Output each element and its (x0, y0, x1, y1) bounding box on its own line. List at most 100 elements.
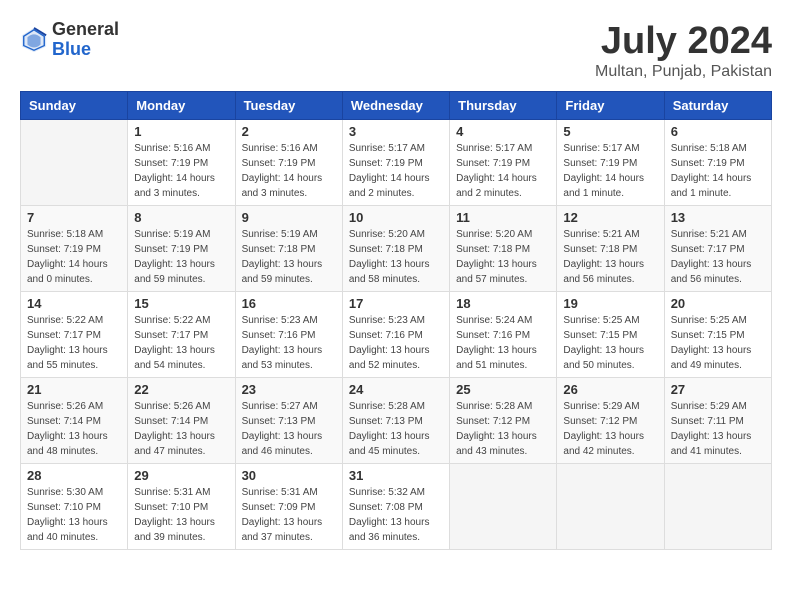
calendar-cell: 31Sunrise: 5:32 AMSunset: 7:08 PMDayligh… (342, 464, 449, 550)
day-number: 6 (671, 124, 765, 139)
calendar-cell: 25 Sunrise: 5:28 AMSunset: 7:12 PMDayligh… (450, 378, 557, 464)
day-info: Sunrise: 5:29 AMSunset: 7:12 PMDaylight:… (563, 399, 657, 459)
calendar-cell (450, 464, 557, 550)
calendar-cell: 6 Sunrise: 5:18 AMSunset: 7:19 PMDaylight… (664, 120, 771, 206)
col-wednesday: Wednesday (342, 92, 449, 120)
day-number: 7 (27, 210, 121, 225)
location-subtitle: Multan, Punjab, Pakistan (595, 63, 772, 81)
day-number: 14 (27, 296, 121, 311)
calendar-cell: 8 Sunrise: 5:19 AMSunset: 7:19 PMDaylight… (128, 206, 235, 292)
day-number: 27 (671, 382, 765, 397)
day-info: Sunrise: 5:28 AMSunset: 7:12 PMDaylight:… (456, 399, 550, 459)
day-number: 25 (456, 382, 550, 397)
calendar-cell: 13 Sunrise: 5:21 AMSunset: 7:17 PMDayligh… (664, 206, 771, 292)
day-number: 18 (456, 296, 550, 311)
calendar-cell: 7 Sunrise: 5:18 AMSunset: 7:19 PMDaylight… (21, 206, 128, 292)
day-number: 15 (134, 296, 228, 311)
calendar-cell: 3 Sunrise: 5:17 AMSunset: 7:19 PMDaylight… (342, 120, 449, 206)
calendar-cell: 23 Sunrise: 5:27 AMSunset: 7:13 PMDayligh… (235, 378, 342, 464)
calendar-cell: 29 Sunrise: 5:31 AMSunset: 7:10 PMDayligh… (128, 464, 235, 550)
day-number: 23 (242, 382, 336, 397)
col-friday: Friday (557, 92, 664, 120)
day-info: Sunrise: 5:28 AMSunset: 7:13 PMDaylight:… (349, 399, 443, 459)
calendar-cell: 15Sunrise: 5:22 AMSunset: 7:17 PMDayligh… (128, 292, 235, 378)
calendar-week-5: 28 Sunrise: 5:30 AMSunset: 7:10 PMDayligh… (21, 464, 772, 550)
col-thursday: Thursday (450, 92, 557, 120)
day-info: Sunrise: 5:19 AMSunset: 7:18 PMDaylight:… (242, 227, 336, 287)
day-number: 28 (27, 468, 121, 483)
day-info: Sunrise: 5:16 AMSunset: 7:19 PMDaylight:… (134, 141, 228, 201)
col-sunday: Sunday (21, 92, 128, 120)
calendar-cell: 27 Sunrise: 5:29 AMSunset: 7:11 PMDayligh… (664, 378, 771, 464)
day-info: Sunrise: 5:31 AMSunset: 7:09 PMDaylight:… (242, 485, 336, 545)
day-number: 4 (456, 124, 550, 139)
logo-blue-text: Blue (52, 40, 119, 60)
day-number: 1 (134, 124, 228, 139)
calendar-table: Sunday Monday Tuesday Wednesday Thursday… (20, 91, 772, 550)
day-number: 17 (349, 296, 443, 311)
logo-icon (20, 26, 48, 54)
calendar-cell: 9 Sunrise: 5:19 AMSunset: 7:18 PMDaylight… (235, 206, 342, 292)
col-monday: Monday (128, 92, 235, 120)
day-info: Sunrise: 5:18 AMSunset: 7:19 PMDaylight:… (27, 227, 121, 287)
day-info: Sunrise: 5:26 AMSunset: 7:14 PMDaylight:… (134, 399, 228, 459)
calendar-cell: 24 Sunrise: 5:28 AMSunset: 7:13 PMDayligh… (342, 378, 449, 464)
day-info: Sunrise: 5:16 AMSunset: 7:19 PMDaylight:… (242, 141, 336, 201)
day-info: Sunrise: 5:27 AMSunset: 7:13 PMDaylight:… (242, 399, 336, 459)
calendar-cell: 17Sunrise: 5:23 AMSunset: 7:16 PMDayligh… (342, 292, 449, 378)
calendar-week-2: 7 Sunrise: 5:18 AMSunset: 7:19 PMDaylight… (21, 206, 772, 292)
day-info: Sunrise: 5:18 AMSunset: 7:19 PMDaylight:… (671, 141, 765, 201)
calendar-week-4: 21Sunrise: 5:26 AMSunset: 7:14 PMDayligh… (21, 378, 772, 464)
calendar-cell: 1 Sunrise: 5:16 AMSunset: 7:19 PMDaylight… (128, 120, 235, 206)
calendar-cell: 4 Sunrise: 5:17 AMSunset: 7:19 PMDaylight… (450, 120, 557, 206)
day-number: 16 (242, 296, 336, 311)
logo-text: General Blue (52, 20, 119, 60)
day-info: Sunrise: 5:17 AMSunset: 7:19 PMDaylight:… (349, 141, 443, 201)
calendar-cell: 26 Sunrise: 5:29 AMSunset: 7:12 PMDayligh… (557, 378, 664, 464)
calendar-cell: 11 Sunrise: 5:20 AMSunset: 7:18 PMDayligh… (450, 206, 557, 292)
day-info: Sunrise: 5:31 AMSunset: 7:10 PMDaylight:… (134, 485, 228, 545)
page-header: General Blue July 2024 Multan, Punjab, P… (20, 20, 772, 81)
day-number: 12 (563, 210, 657, 225)
title-block: July 2024 Multan, Punjab, Pakistan (595, 20, 772, 81)
day-number: 26 (563, 382, 657, 397)
day-number: 24 (349, 382, 443, 397)
day-info: Sunrise: 5:29 AMSunset: 7:11 PMDaylight:… (671, 399, 765, 459)
day-info: Sunrise: 5:25 AMSunset: 7:15 PMDaylight:… (563, 313, 657, 373)
calendar-week-1: 1 Sunrise: 5:16 AMSunset: 7:19 PMDaylight… (21, 120, 772, 206)
day-number: 10 (349, 210, 443, 225)
calendar-cell: 16 Sunrise: 5:23 AMSunset: 7:16 PMDayligh… (235, 292, 342, 378)
calendar-cell: 10 Sunrise: 5:20 AMSunset: 7:18 PMDayligh… (342, 206, 449, 292)
calendar-cell: 5Sunrise: 5:17 AMSunset: 7:19 PMDaylight… (557, 120, 664, 206)
day-number: 11 (456, 210, 550, 225)
calendar-cell: 21Sunrise: 5:26 AMSunset: 7:14 PMDayligh… (21, 378, 128, 464)
day-number: 13 (671, 210, 765, 225)
day-info: Sunrise: 5:19 AMSunset: 7:19 PMDaylight:… (134, 227, 228, 287)
day-number: 29 (134, 468, 228, 483)
day-number: 2 (242, 124, 336, 139)
calendar-cell: 18 Sunrise: 5:24 AMSunset: 7:16 PMDayligh… (450, 292, 557, 378)
calendar-cell (557, 464, 664, 550)
day-info: Sunrise: 5:20 AMSunset: 7:18 PMDaylight:… (456, 227, 550, 287)
day-info: Sunrise: 5:23 AMSunset: 7:16 PMDaylight:… (242, 313, 336, 373)
day-info: Sunrise: 5:24 AMSunset: 7:16 PMDaylight:… (456, 313, 550, 373)
day-number: 8 (134, 210, 228, 225)
logo-general-text: General (52, 20, 119, 40)
day-number: 3 (349, 124, 443, 139)
day-info: Sunrise: 5:25 AMSunset: 7:15 PMDaylight:… (671, 313, 765, 373)
col-saturday: Saturday (664, 92, 771, 120)
calendar-cell: 2 Sunrise: 5:16 AMSunset: 7:19 PMDaylight… (235, 120, 342, 206)
calendar-cell: 22Sunrise: 5:26 AMSunset: 7:14 PMDayligh… (128, 378, 235, 464)
calendar-header-row: Sunday Monday Tuesday Wednesday Thursday… (21, 92, 772, 120)
day-number: 9 (242, 210, 336, 225)
day-info: Sunrise: 5:22 AMSunset: 7:17 PMDaylight:… (27, 313, 121, 373)
calendar-cell: 12Sunrise: 5:21 AMSunset: 7:18 PMDayligh… (557, 206, 664, 292)
day-number: 30 (242, 468, 336, 483)
logo: General Blue (20, 20, 119, 60)
day-info: Sunrise: 5:20 AMSunset: 7:18 PMDaylight:… (349, 227, 443, 287)
day-number: 31 (349, 468, 443, 483)
calendar-cell: 28 Sunrise: 5:30 AMSunset: 7:10 PMDayligh… (21, 464, 128, 550)
day-info: Sunrise: 5:30 AMSunset: 7:10 PMDaylight:… (27, 485, 121, 545)
day-info: Sunrise: 5:17 AMSunset: 7:19 PMDaylight:… (456, 141, 550, 201)
day-info: Sunrise: 5:21 AMSunset: 7:17 PMDaylight:… (671, 227, 765, 287)
